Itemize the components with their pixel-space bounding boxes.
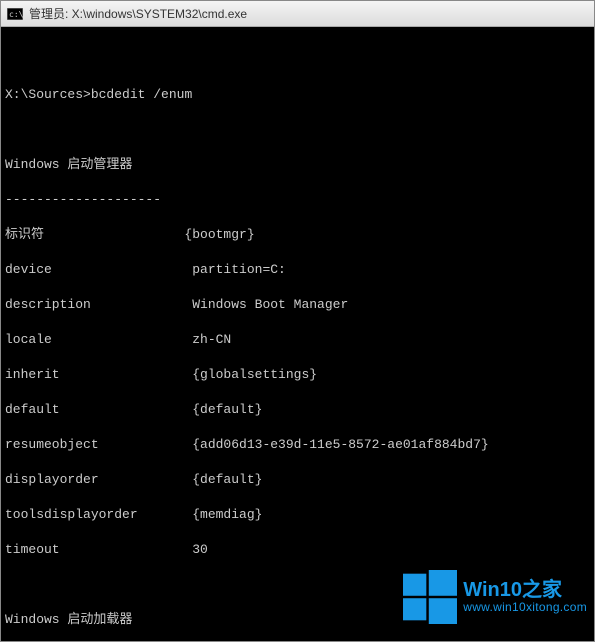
watermark: Win10之家 www.win10xitong.com	[403, 570, 587, 624]
kv-row: toolsdisplayorder {memdiag}	[5, 506, 594, 524]
kv-row: displayorder {default}	[5, 471, 594, 489]
terminal-output[interactable]: X:\Sources>bcdedit /enum Windows 启动管理器 -…	[1, 27, 594, 641]
kv-row: default {default}	[5, 401, 594, 419]
kv-row: inherit {globalsettings}	[5, 366, 594, 384]
blank-line	[5, 51, 594, 69]
svg-text:c:\: c:\	[9, 10, 23, 19]
section-header-bootmgr: Windows 启动管理器	[5, 156, 594, 174]
kv-row: timeout 30	[5, 541, 594, 559]
cmd-window: c:\ 管理员: X:\windows\SYSTEM32\cmd.exe X:\…	[0, 0, 595, 642]
titlebar[interactable]: c:\ 管理员: X:\windows\SYSTEM32\cmd.exe	[1, 1, 594, 27]
blank-line	[5, 121, 594, 139]
watermark-url: www.win10xitong.com	[463, 601, 587, 614]
windows-logo-icon	[403, 570, 457, 624]
cmd-icon: c:\	[7, 6, 23, 22]
watermark-title: Win10之家	[463, 580, 587, 601]
kv-row: device partition=C:	[5, 261, 594, 279]
command-line: X:\Sources>bcdedit /enum	[5, 86, 594, 104]
divider: --------------------	[5, 191, 594, 209]
window-title: 管理员: X:\windows\SYSTEM32\cmd.exe	[29, 5, 588, 22]
kv-row: resumeobject {add06d13-e39d-11e5-8572-ae…	[5, 436, 594, 454]
kv-row: description Windows Boot Manager	[5, 296, 594, 314]
kv-row: locale zh-CN	[5, 331, 594, 349]
kv-row: 标识符 {bootmgr}	[5, 226, 594, 244]
